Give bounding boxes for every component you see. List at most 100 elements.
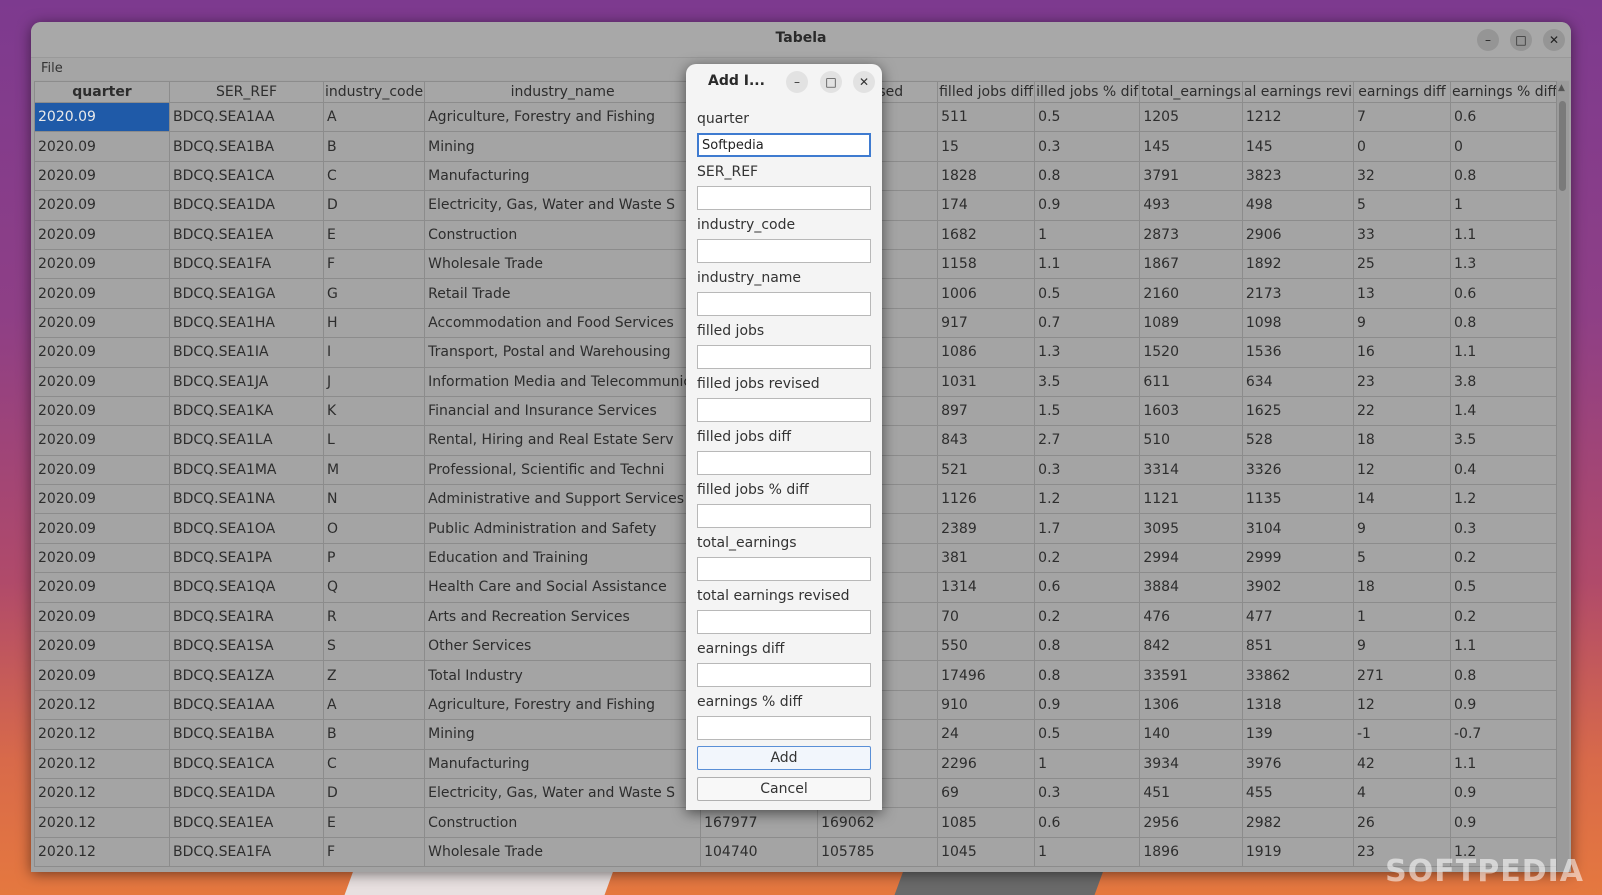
table-cell[interactable]: 15: [937, 131, 1036, 162]
table-cell[interactable]: A: [322, 689, 426, 721]
table-cell[interactable]: 2020.09: [34, 454, 170, 486]
table-cell[interactable]: BDCQ.SEA1FA: [169, 836, 324, 868]
table-cell[interactable]: 12: [1353, 689, 1451, 721]
table-cell[interactable]: Construction: [424, 219, 702, 250]
table-cell[interactable]: 3.5: [1034, 366, 1141, 397]
table-cell[interactable]: 1828: [937, 160, 1036, 192]
table-cell[interactable]: 18: [1353, 572, 1451, 603]
table-cell[interactable]: BDCQ.SEA1RA: [169, 601, 324, 633]
table-cell[interactable]: 1.1: [1034, 248, 1141, 280]
table-cell[interactable]: Health Care and Social Assistance: [424, 572, 702, 603]
table-cell[interactable]: 2020.09: [34, 484, 170, 515]
table-cell[interactable]: B: [322, 719, 426, 750]
table-cell[interactable]: 2020.09: [34, 190, 170, 221]
table-cell[interactable]: 145: [1139, 131, 1243, 162]
table-cell[interactable]: 174: [937, 190, 1036, 221]
table-cell[interactable]: Rental, Hiring and Real Estate Serv: [424, 425, 702, 456]
table-cell[interactable]: 9: [1353, 307, 1451, 339]
table-cell[interactable]: 1.3: [1449, 248, 1560, 280]
table-cell[interactable]: Arts and Recreation Services: [424, 601, 702, 633]
table-cell[interactable]: 105785: [817, 836, 939, 868]
table-cell[interactable]: 0.3: [1449, 513, 1560, 544]
table-cell[interactable]: 1892: [1241, 248, 1355, 280]
table-cell[interactable]: F: [322, 836, 426, 868]
table-cell[interactable]: 521: [937, 454, 1036, 486]
table-cell[interactable]: Wholesale Trade: [424, 836, 702, 868]
table-cell[interactable]: D: [322, 777, 426, 809]
table-cell[interactable]: Education and Training: [424, 542, 702, 574]
table-cell[interactable]: BDCQ.SEA1QA: [169, 572, 324, 603]
table-cell[interactable]: 23: [1353, 366, 1451, 397]
table-cell[interactable]: 1098: [1241, 307, 1355, 339]
table-cell[interactable]: 3.8: [1449, 366, 1560, 397]
table-cell[interactable]: Total Industry: [424, 660, 702, 691]
table-cell[interactable]: Financial and Insurance Services: [424, 395, 702, 427]
table-cell[interactable]: BDCQ.SEA1MA: [169, 454, 324, 486]
table-cell[interactable]: 1.2: [1034, 484, 1141, 515]
field-input[interactable]: [697, 133, 871, 157]
table-cell[interactable]: 550: [937, 631, 1036, 662]
table-cell[interactable]: Electricity, Gas, Water and Waste S: [424, 190, 702, 221]
table-cell[interactable]: 2020.09: [34, 601, 170, 633]
column-header[interactable]: illed jobs % dif: [1034, 81, 1141, 103]
table-cell[interactable]: 2020.12: [34, 748, 170, 779]
table-cell[interactable]: 0.4: [1449, 454, 1560, 486]
table-cell[interactable]: 3823: [1241, 160, 1355, 192]
table-cell[interactable]: Professional, Scientific and Techni: [424, 454, 702, 486]
table-cell[interactable]: 1896: [1139, 836, 1243, 868]
table-cell[interactable]: 3934: [1139, 748, 1243, 779]
table-cell[interactable]: 2020.09: [34, 337, 170, 368]
table-cell[interactable]: BDCQ.SEA1KA: [169, 395, 324, 427]
table-cell[interactable]: 145: [1241, 131, 1355, 162]
field-input[interactable]: [697, 451, 871, 475]
table-cell[interactable]: BDCQ.SEA1BA: [169, 719, 324, 750]
table-cell[interactable]: 32: [1353, 160, 1451, 192]
table-cell[interactable]: 2020.12: [34, 689, 170, 721]
table-cell[interactable]: R: [322, 601, 426, 633]
table-cell[interactable]: 1135: [1241, 484, 1355, 515]
table-cell[interactable]: 1536: [1241, 337, 1355, 368]
table-cell[interactable]: 451: [1139, 777, 1243, 809]
table-cell[interactable]: 2.7: [1034, 425, 1141, 456]
table-cell[interactable]: 0.6: [1449, 278, 1560, 309]
table-cell[interactable]: BDCQ.SEA1FA: [169, 248, 324, 280]
table-cell[interactable]: BDCQ.SEA1OA: [169, 513, 324, 544]
table-cell[interactable]: 104740: [700, 836, 819, 868]
table-row[interactable]: 2020.12 BDCQ.SEA1EA E Construction 167977 169…: [34, 807, 1560, 838]
table-cell[interactable]: Agriculture, Forestry and Fishing: [424, 101, 702, 133]
table-cell[interactable]: 2020.12: [34, 807, 170, 838]
table-cell[interactable]: 1314: [937, 572, 1036, 603]
table-cell[interactable]: P: [322, 542, 426, 574]
table-cell[interactable]: 1318: [1241, 689, 1355, 721]
table-cell[interactable]: 2020.09: [34, 219, 170, 250]
table-cell[interactable]: 2020.09: [34, 307, 170, 339]
dialog-close-button[interactable]: ✕: [853, 71, 875, 93]
field-input[interactable]: [697, 292, 871, 316]
table-cell[interactable]: 0.8: [1034, 160, 1141, 192]
table-cell[interactable]: 25: [1353, 248, 1451, 280]
table-cell[interactable]: 1603: [1139, 395, 1243, 427]
maximize-button[interactable]: □: [1510, 29, 1532, 51]
table-cell[interactable]: 0.5: [1034, 719, 1141, 750]
table-cell[interactable]: O: [322, 513, 426, 544]
table-cell[interactable]: BDCQ.SEA1CA: [169, 160, 324, 192]
table-cell[interactable]: Accommodation and Food Services: [424, 307, 702, 339]
table-cell[interactable]: 3.5: [1449, 425, 1560, 456]
table-cell[interactable]: BDCQ.SEA1ZA: [169, 660, 324, 691]
table-cell[interactable]: 1682: [937, 219, 1036, 250]
table-cell[interactable]: 2994: [1139, 542, 1243, 574]
table-cell[interactable]: 33862: [1241, 660, 1355, 691]
field-input[interactable]: [697, 398, 871, 422]
field-input[interactable]: [697, 345, 871, 369]
table-cell[interactable]: 2020.12: [34, 777, 170, 809]
table-cell[interactable]: 0.8: [1034, 660, 1141, 691]
table-cell[interactable]: 3884: [1139, 572, 1243, 603]
table-cell[interactable]: Electricity, Gas, Water and Waste S: [424, 777, 702, 809]
table-cell[interactable]: 1.2: [1449, 484, 1560, 515]
cancel-button[interactable]: Cancel: [697, 777, 871, 801]
column-header[interactable]: total_earnings: [1139, 81, 1243, 103]
add-button[interactable]: Add: [697, 746, 871, 770]
table-cell[interactable]: Administrative and Support Services: [424, 484, 702, 515]
table-cell[interactable]: 4: [1353, 777, 1451, 809]
table-cell[interactable]: 2020.09: [34, 248, 170, 280]
